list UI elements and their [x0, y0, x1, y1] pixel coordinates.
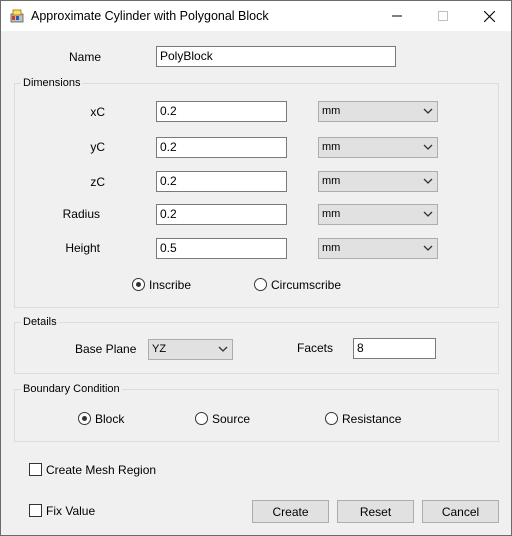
minimize-icon — [392, 15, 402, 17]
chevron-down-icon — [423, 144, 433, 150]
resistance-radio[interactable] — [325, 412, 338, 425]
chevron-down-icon — [423, 211, 433, 217]
base-plane-value: YZ — [152, 343, 167, 355]
base-plane-select[interactable]: YZ — [148, 339, 233, 360]
resistance-label[interactable]: Resistance — [342, 412, 401, 426]
source-label[interactable]: Source — [212, 412, 250, 426]
base-plane-label: Base Plane — [75, 342, 137, 356]
xc-unit-value: mm — [322, 105, 341, 117]
facets-field[interactable]: 8 — [353, 338, 436, 359]
radius-label: Radius — [62, 207, 100, 221]
name-label: Name — [69, 50, 102, 64]
circumscribe-label[interactable]: Circumscribe — [271, 278, 341, 292]
minimize-button[interactable] — [374, 1, 420, 31]
height-unit-select[interactable]: mm — [318, 238, 438, 259]
window-title: Approximate Cylinder with Polygonal Bloc… — [31, 9, 269, 23]
source-radio[interactable] — [195, 412, 208, 425]
create-mesh-region-label[interactable]: Create Mesh Region — [46, 463, 156, 477]
xc-label: xC — [90, 105, 105, 119]
block-label[interactable]: Block — [95, 412, 124, 426]
close-icon — [483, 10, 495, 22]
height-unit-value: mm — [322, 242, 341, 254]
cancel-button[interactable]: Cancel — [422, 500, 499, 523]
chevron-down-icon — [423, 178, 433, 184]
zc-unit-select[interactable]: mm — [318, 171, 438, 192]
close-button[interactable] — [466, 1, 512, 31]
fix-value-label[interactable]: Fix Value — [46, 504, 95, 518]
yc-label: yC — [90, 140, 105, 154]
xc-field[interactable]: 0.2 — [156, 101, 287, 122]
name-field[interactable]: PolyBlock — [156, 46, 396, 67]
details-group-label: Details — [21, 316, 59, 328]
zc-unit-value: mm — [322, 175, 341, 187]
zc-field[interactable]: 0.2 — [156, 171, 287, 192]
maximize-icon — [438, 11, 448, 21]
height-label: Height — [65, 241, 100, 255]
chevron-down-icon — [218, 346, 228, 352]
yc-unit-select[interactable]: mm — [318, 137, 438, 158]
inscribe-label[interactable]: Inscribe — [149, 278, 191, 292]
yc-unit-value: mm — [322, 141, 341, 153]
facets-label: Facets — [297, 341, 334, 355]
create-button[interactable]: Create — [252, 500, 329, 523]
yc-field[interactable]: 0.2 — [156, 137, 287, 158]
dialog-window: Approximate Cylinder with Polygonal Bloc… — [0, 0, 512, 536]
create-mesh-region-checkbox[interactable] — [29, 463, 42, 476]
title-bar: Approximate Cylinder with Polygonal Bloc… — [1, 1, 511, 31]
xc-unit-select[interactable]: mm — [318, 101, 438, 122]
boundary-condition-group-label: Boundary Condition — [21, 383, 122, 395]
inscribe-radio[interactable] — [132, 278, 145, 291]
app-icon — [10, 9, 24, 23]
maximize-button[interactable] — [420, 1, 466, 31]
zc-label: zC — [90, 175, 105, 189]
block-radio[interactable] — [78, 412, 91, 425]
chevron-down-icon — [423, 108, 433, 114]
dimensions-group-label: Dimensions — [21, 77, 83, 89]
height-field[interactable]: 0.5 — [156, 238, 287, 259]
radius-field[interactable]: 0.2 — [156, 204, 287, 225]
fix-value-checkbox[interactable] — [29, 504, 42, 517]
radius-unit-select[interactable]: mm — [318, 204, 438, 225]
radius-unit-value: mm — [322, 208, 341, 220]
circumscribe-radio[interactable] — [254, 278, 267, 291]
chevron-down-icon — [423, 245, 433, 251]
reset-button[interactable]: Reset — [337, 500, 414, 523]
